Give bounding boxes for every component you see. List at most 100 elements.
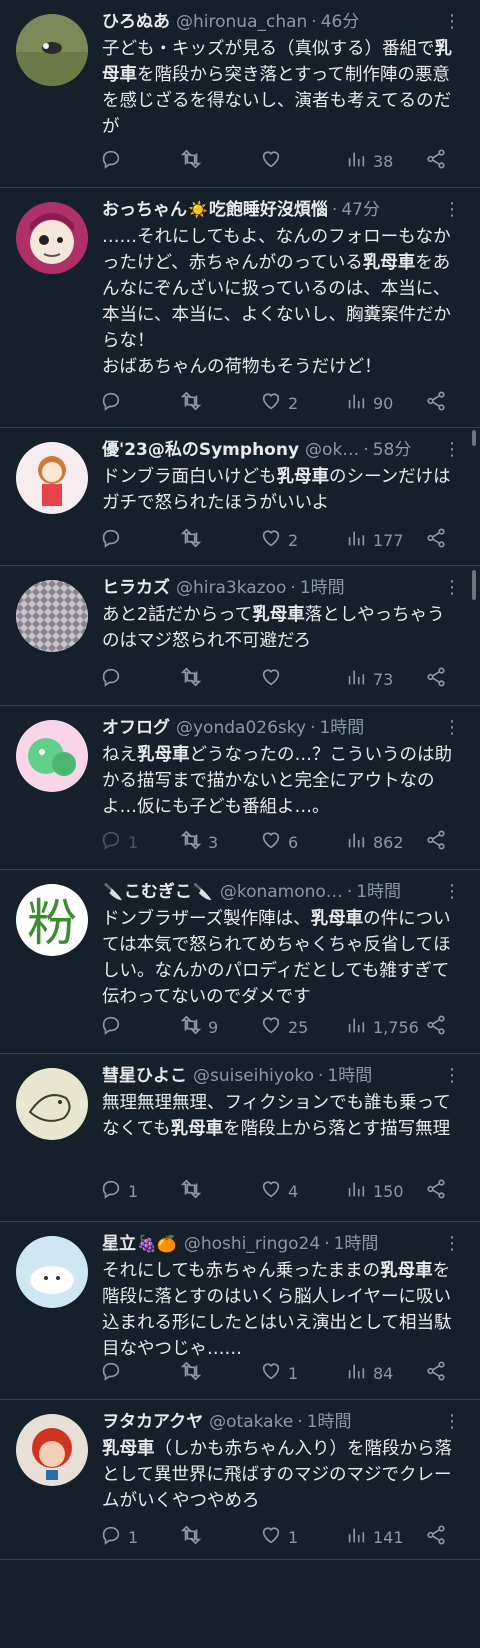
share-button[interactable] <box>425 527 447 553</box>
views-button[interactable]: 38 <box>345 148 393 174</box>
views-button[interactable]: 84 <box>345 1360 393 1386</box>
avatar[interactable] <box>16 14 88 86</box>
like-button[interactable]: 6 <box>260 829 298 855</box>
user-handle[interactable]: @yonda026sky <box>176 716 306 740</box>
user-handle[interactable]: @konamono… <box>220 880 343 904</box>
tweet[interactable]: 粉 🔪こむぎこ🔪 @konamono… · 1時間 ドンブラザーズ製作陣は、乳母車の件につ… <box>0 870 480 1054</box>
user-handle[interactable]: @hironua_chan <box>176 10 307 34</box>
tweet[interactable]: 彗星ひよこ @suiseihiyoko · 1時間 無理無理無理、フィクションでも誰も乗… <box>0 1054 480 1222</box>
more-options-icon[interactable]: ⋮ <box>440 1064 464 1088</box>
retweet-button[interactable]: 3 <box>180 829 218 855</box>
display-name[interactable]: ヲタカアクヤ <box>102 1410 203 1434</box>
retweet-button[interactable] <box>180 1360 202 1386</box>
like-button[interactable]: 1 <box>260 1360 298 1386</box>
like-button[interactable]: 1 <box>260 1524 298 1550</box>
scrollbar-thumb[interactable] <box>472 430 476 446</box>
scrollbar-thumb[interactable] <box>472 570 476 600</box>
more-options-icon[interactable]: ⋮ <box>440 198 464 222</box>
timestamp[interactable]: 1時間 <box>300 576 345 600</box>
views-button[interactable]: 1,756 <box>345 1014 419 1040</box>
user-handle[interactable]: @hoshi_ringo24 <box>184 1232 320 1256</box>
like-button[interactable]: 2 <box>260 390 298 416</box>
tweet[interactable]: ヒラカズ @hira3kazoo · 1時間 あと2話だからって乳母車落としやっちゃうの… <box>0 566 480 706</box>
timestamp[interactable]: 47分 <box>341 198 380 222</box>
avatar[interactable] <box>16 1414 88 1486</box>
timestamp[interactable]: 58分 <box>373 438 412 462</box>
tweet[interactable]: 優'23@私のSymphony @ok… · 58分 ドンブラ面白いけども乳母車のシーン… <box>0 428 480 566</box>
timestamp[interactable]: 1時間 <box>327 1064 372 1088</box>
tweet[interactable]: ひろぬあ @hironua_chan · 46分 子ども・キッズが見る（真似する）番組で… <box>0 0 480 188</box>
user-handle[interactable]: @otakake <box>209 1410 293 1434</box>
display-name[interactable]: ひろぬあ <box>102 10 170 34</box>
views-button[interactable]: 862 <box>345 829 404 855</box>
avatar[interactable] <box>16 580 88 652</box>
tweet[interactable]: オフログ @yonda026sky · 1時間 ねえ乳母車どうなったの…？こういうのは助… <box>0 706 480 870</box>
more-options-icon[interactable]: ⋮ <box>440 880 464 904</box>
views-button[interactable]: 90 <box>345 390 393 416</box>
retweet-button[interactable] <box>180 1178 202 1204</box>
display-name[interactable]: 彗星ひよこ <box>102 1064 187 1088</box>
retweet-button[interactable] <box>180 1524 202 1550</box>
share-button[interactable] <box>425 390 447 416</box>
timestamp[interactable]: 1時間 <box>307 1410 352 1434</box>
views-button[interactable]: 177 <box>345 527 404 553</box>
share-button[interactable] <box>425 666 447 692</box>
views-button[interactable]: 141 <box>345 1524 404 1550</box>
reply-button[interactable] <box>100 1014 122 1040</box>
tweet[interactable]: おっちゃん☀️吃飽睡好沒煩惱 · 47分 ……それにしてもよ、なんのフォローもなかった… <box>0 188 480 428</box>
timestamp[interactable]: 1時間 <box>319 716 364 740</box>
reply-button[interactable] <box>100 390 122 416</box>
views-button[interactable]: 73 <box>345 666 393 692</box>
tweet[interactable]: ヲタカアクヤ @otakake · 1時間 乳母車（しかも赤ちゃん入り）を階段から落とし… <box>0 1400 480 1560</box>
display-name[interactable]: 🔪こむぎこ🔪 <box>102 880 214 904</box>
reply-button[interactable]: 1 <box>100 829 138 855</box>
avatar[interactable] <box>16 720 88 792</box>
retweet-button[interactable] <box>180 666 202 692</box>
like-button[interactable]: 25 <box>260 1014 308 1040</box>
retweet-button[interactable] <box>180 390 202 416</box>
share-button[interactable] <box>425 1524 447 1550</box>
reply-button[interactable] <box>100 666 122 692</box>
retweet-button[interactable]: 9 <box>180 1014 218 1040</box>
display-name[interactable]: おっちゃん☀️吃飽睡好沒煩惱 <box>102 198 328 222</box>
share-button[interactable] <box>425 1360 447 1386</box>
timestamp[interactable]: 1時間 <box>334 1232 379 1256</box>
more-options-icon[interactable]: ⋮ <box>440 1232 464 1256</box>
share-button[interactable] <box>425 829 447 855</box>
more-options-icon[interactable]: ⋮ <box>440 1410 464 1434</box>
more-options-icon[interactable]: ⋮ <box>440 576 464 600</box>
user-handle[interactable]: @hira3kazoo <box>176 576 286 600</box>
display-name[interactable]: 星立🍇🍊 <box>102 1232 178 1256</box>
display-name[interactable]: 優'23@私のSymphony <box>102 438 299 462</box>
reply-button[interactable] <box>100 1360 122 1386</box>
reply-button[interactable] <box>100 527 122 553</box>
more-options-icon[interactable]: ⋮ <box>440 10 464 34</box>
reply-button[interactable] <box>100 148 122 174</box>
like-button[interactable]: 2 <box>260 527 298 553</box>
avatar[interactable] <box>16 1068 88 1140</box>
avatar[interactable] <box>16 202 88 274</box>
reply-button[interactable]: 1 <box>100 1178 138 1204</box>
like-button[interactable] <box>260 148 282 174</box>
user-handle[interactable]: @ok… <box>305 438 359 462</box>
retweet-button[interactable] <box>180 527 202 553</box>
share-button[interactable] <box>425 148 447 174</box>
share-button[interactable] <box>425 1178 447 1204</box>
avatar[interactable] <box>16 442 88 514</box>
share-button[interactable] <box>425 1014 447 1040</box>
timestamp[interactable]: 1時間 <box>356 880 401 904</box>
display-name[interactable]: ヒラカズ <box>102 576 170 600</box>
avatar[interactable]: 粉 <box>16 884 88 956</box>
user-handle[interactable]: @suiseihiyoko <box>193 1064 314 1088</box>
display-name[interactable]: オフログ <box>102 716 170 740</box>
more-options-icon[interactable]: ⋮ <box>440 438 464 462</box>
tweet[interactable]: 星立🍇🍊 @hoshi_ringo24 · 1時間 それにしても赤ちゃん乗ったままの乳母… <box>0 1222 480 1400</box>
avatar[interactable] <box>16 1236 88 1308</box>
like-button[interactable]: 4 <box>260 1178 298 1204</box>
timestamp[interactable]: 46分 <box>321 10 360 34</box>
reply-button[interactable]: 1 <box>100 1524 138 1550</box>
retweet-button[interactable] <box>180 148 202 174</box>
views-button[interactable]: 150 <box>345 1178 404 1204</box>
more-options-icon[interactable]: ⋮ <box>440 716 464 740</box>
like-button[interactable] <box>260 666 282 692</box>
